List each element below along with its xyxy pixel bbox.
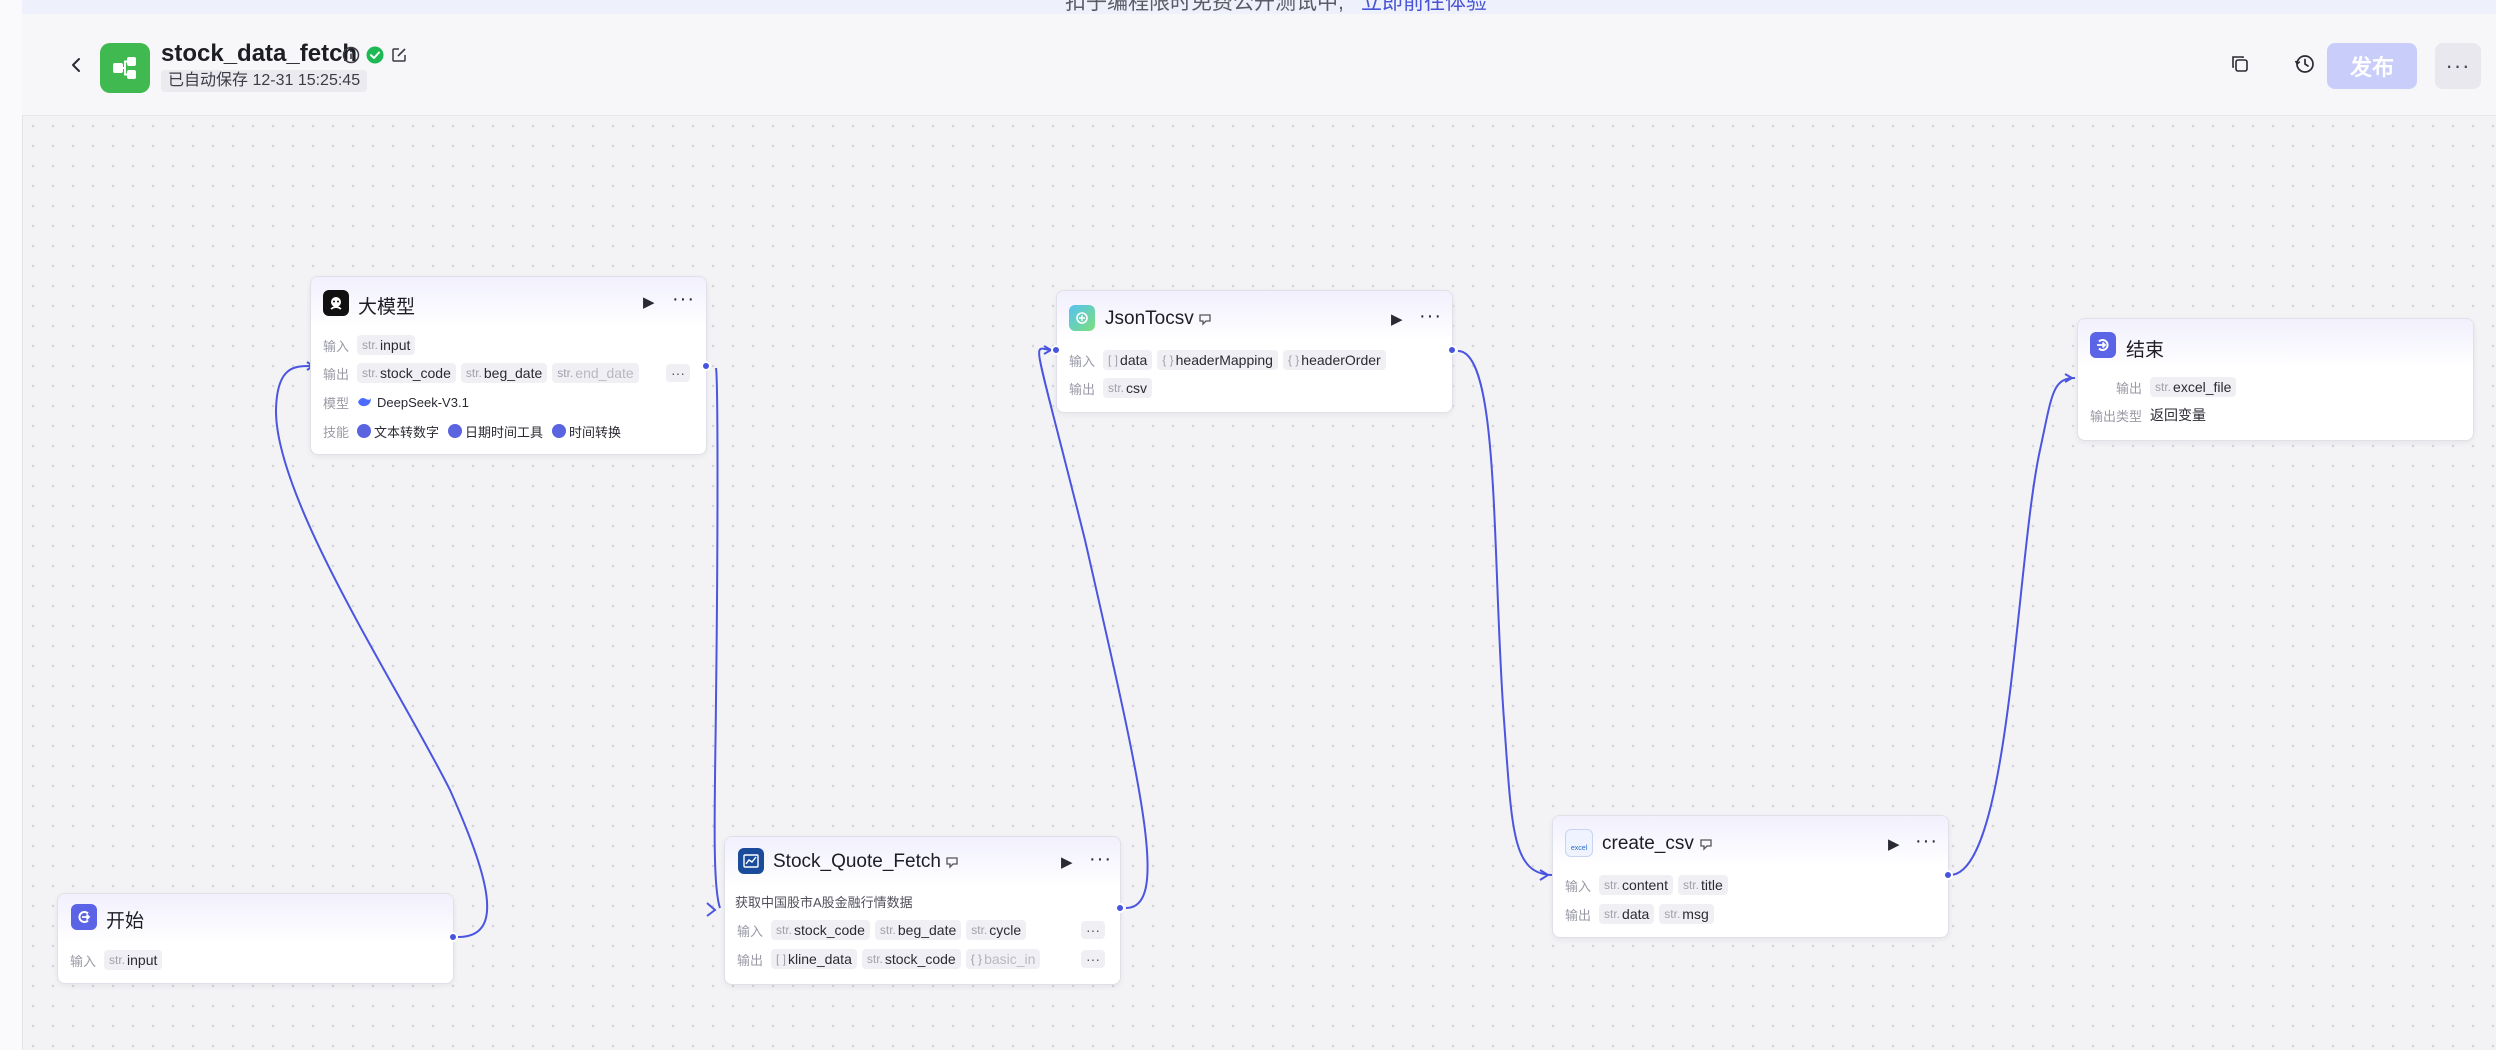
plugin-badge-icon — [1199, 314, 1211, 326]
var-chip: str. excel_file — [2150, 377, 2237, 397]
json-plugin-icon — [1069, 305, 1095, 331]
plugin-icon — [448, 424, 463, 438]
node-title: JsonTocsv — [1105, 308, 1194, 329]
csv-output-row: 输出 str. data str. msg — [1565, 903, 1714, 925]
output-label: 输出 — [737, 952, 764, 968]
var-chip: str. stock_code — [357, 363, 456, 383]
plugin-icon — [357, 424, 372, 438]
node-more-button[interactable]: ··· — [1419, 305, 1442, 328]
input-label: 输入 — [323, 338, 350, 354]
expand-inputs-button[interactable]: ··· — [1081, 921, 1105, 939]
output-label: 输出 — [1565, 907, 1592, 923]
node-more-button[interactable]: ··· — [672, 288, 695, 311]
expand-outputs-button[interactable]: ··· — [666, 364, 690, 382]
var-chip: str. msg — [1659, 904, 1714, 924]
node-title: Stock_Quote_Fetch — [773, 851, 941, 872]
node-description: 获取中国股市A股金融行情数据 — [735, 895, 913, 910]
node-title: 大模型 — [358, 297, 416, 318]
output-label: 输出 — [323, 366, 350, 382]
llm-icon — [323, 290, 349, 316]
csv-output-port[interactable] — [1943, 870, 1953, 880]
var-chip: str. cycle — [966, 920, 1027, 940]
var-chip: str. stock_code — [861, 949, 961, 969]
node-more-button[interactable]: ··· — [1915, 830, 1938, 853]
end-icon — [2090, 332, 2116, 358]
input-label: 输入 — [70, 953, 97, 969]
llm-input-row: 输入 str. input — [323, 334, 416, 356]
var-chip: str. stock_code — [771, 920, 870, 940]
stock-plugin-icon — [738, 848, 764, 874]
var-chip: str. end_date — [552, 363, 639, 383]
start-input-row: 输入 str. input — [70, 949, 163, 971]
input-label: 输入 — [1069, 353, 1096, 369]
node-title: create_csv — [1602, 833, 1694, 854]
var-chip: str. csv — [1103, 378, 1153, 398]
var-chip: str. content — [1599, 875, 1673, 895]
start-output-port[interactable] — [448, 932, 458, 942]
output-label: 输出 — [2116, 380, 2143, 396]
run-node-button[interactable]: ▶ — [1888, 835, 1900, 853]
output-type-value: 返回变量 — [2150, 407, 2207, 423]
var-chip: [ ] kline_data — [771, 949, 857, 969]
json-output-row: 输出 str. csv — [1069, 377, 1153, 399]
edge-stock-json — [1038, 347, 1149, 909]
output-type-label: 输出类型 — [2090, 408, 2143, 424]
json-input-port[interactable] — [1051, 345, 1061, 355]
llm-output-port[interactable] — [701, 361, 711, 371]
node-llm[interactable]: 大模型 ▶ ··· 输入 str. input 输出 str. stock_code… — [310, 276, 707, 455]
deepseek-icon — [358, 398, 372, 407]
stock-output-row: 输出 [ ] kline_data str. stock_code { } basic… — [737, 948, 1041, 970]
var-chip: str. data — [1599, 904, 1655, 924]
skill-item: 时间转换 — [552, 422, 621, 441]
var-chip: str. title — [1677, 875, 1728, 895]
var-chip: { } basic_in — [965, 949, 1041, 969]
input-label: 输入 — [737, 923, 764, 939]
edge-csv-end — [1949, 377, 2076, 876]
llm-skills-row: 技能 文本转数字 日期时间工具 时间转换 — [323, 420, 625, 442]
var-chip: str. beg_date — [874, 920, 962, 940]
model-name: DeepSeek-V3.1 — [377, 394, 469, 410]
plugin-icon — [552, 424, 567, 438]
var-chip: [ ] data — [1103, 350, 1153, 370]
edge-arrow-stock — [706, 902, 717, 917]
node-title: 开始 — [106, 911, 145, 932]
var-chip: str. input — [104, 950, 163, 970]
stock-output-port[interactable] — [1115, 903, 1125, 913]
llm-output-row: 输出 str. stock_code str. beg_date str. end_d… — [323, 362, 639, 384]
expand-outputs-button[interactable]: ··· — [1081, 950, 1105, 968]
edge-json-csv — [1457, 350, 1553, 876]
var-chip: { } headerOrder — [1282, 350, 1386, 370]
node-end[interactable]: 结束 输出 str. excel_file 输出类型 返回变量 — [2077, 318, 2474, 441]
run-node-button[interactable]: ▶ — [643, 293, 655, 311]
model-label: 模型 — [323, 395, 350, 411]
skill-item: 文本转数字 — [357, 422, 439, 441]
llm-model-row: 模型 DeepSeek-V3.1 — [323, 391, 469, 413]
plugin-badge-icon — [1700, 839, 1712, 851]
var-chip: str. beg_date — [460, 363, 548, 383]
input-label: 输入 — [1565, 878, 1592, 894]
end-output-row: 输出 str. excel_file — [2116, 376, 2237, 398]
run-node-button[interactable]: ▶ — [1391, 310, 1403, 328]
node-stock-quote-fetch[interactable]: Stock_Quote_Fetch ▶ ··· 获取中国股市A股金融行情数据 输… — [724, 836, 1121, 985]
node-title: 结束 — [2126, 340, 2165, 361]
node-more-button[interactable]: ··· — [1089, 848, 1112, 871]
var-chip: str. input — [357, 335, 416, 355]
var-chip: { } headerMapping — [1157, 350, 1278, 370]
excel-icon: excel — [1565, 829, 1593, 857]
stock-input-row: 输入 str. stock_code str. beg_date str. cycle — [737, 919, 1027, 941]
edge-llm-stock — [713, 367, 721, 909]
start-icon — [71, 904, 97, 930]
node-create-csv[interactable]: excel create_csv ▶ ··· 输入 str. content st… — [1552, 815, 1949, 938]
node-start[interactable]: 开始 输入 str. input — [57, 893, 454, 984]
node-jsontocsv[interactable]: JsonTocsv ▶ ··· 输入 [ ] data { } headerMapp… — [1056, 290, 1453, 413]
json-output-port[interactable] — [1447, 345, 1457, 355]
skills-label: 技能 — [323, 424, 350, 440]
end-output-type-row: 输出类型 返回变量 — [2090, 404, 2206, 426]
skill-item: 日期时间工具 — [448, 422, 543, 441]
plugin-badge-icon — [946, 857, 958, 869]
csv-input-row: 输入 str. content str. title — [1565, 874, 1728, 896]
run-node-button[interactable]: ▶ — [1061, 853, 1073, 871]
output-label: 输出 — [1069, 381, 1096, 397]
json-input-row: 输入 [ ] data { } headerMapping { } headerOrd… — [1069, 349, 1386, 371]
